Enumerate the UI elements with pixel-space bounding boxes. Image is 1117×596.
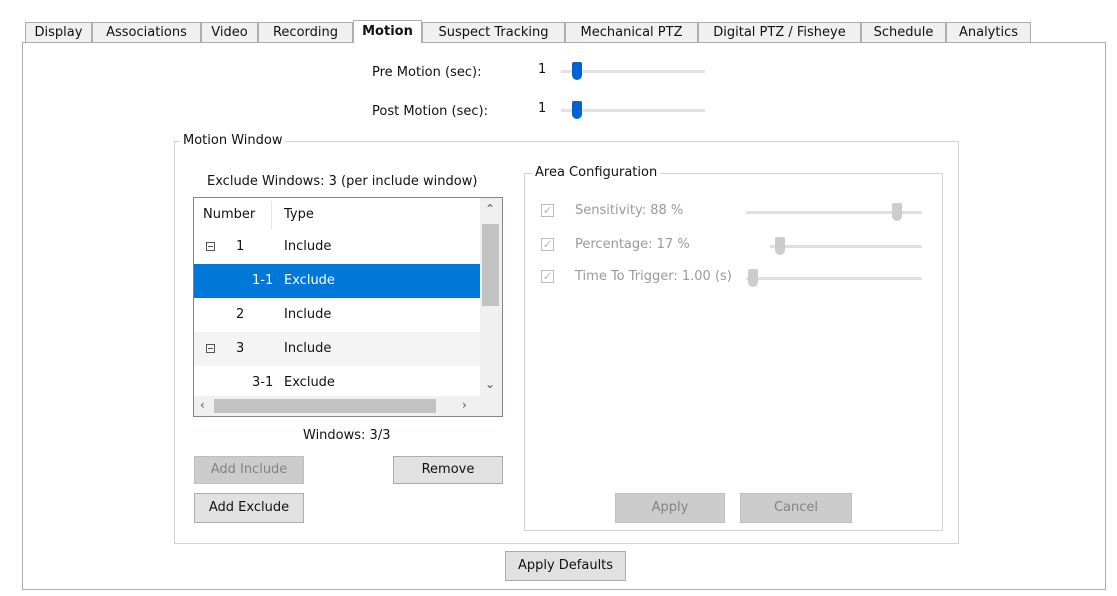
sensitivity-slider[interactable] — [746, 203, 924, 223]
post-motion-slider[interactable] — [561, 101, 707, 121]
tab-schedule[interactable]: Schedule — [861, 22, 946, 42]
add-include-button[interactable]: Add Include — [194, 456, 304, 484]
cancel-button[interactable]: Cancel — [740, 493, 852, 523]
sensitivity-slider-thumb[interactable] — [892, 203, 902, 221]
pre-motion-label: Pre Motion (sec): — [372, 65, 482, 80]
horizontal-scroll-thumb[interactable] — [214, 399, 436, 413]
tree-row-2[interactable]: 2 Include — [194, 298, 480, 332]
area-configuration-group — [524, 173, 943, 531]
scroll-left-icon[interactable]: ‹ — [200, 399, 205, 411]
scroll-corner — [480, 396, 502, 416]
row-number: 1-1 — [252, 273, 274, 288]
column-type-header[interactable]: Type — [284, 207, 314, 222]
sensitivity-checkbox[interactable]: ✓ — [541, 204, 554, 217]
tab-associations[interactable]: Associations — [92, 22, 201, 42]
scroll-up-icon[interactable]: ⌃ — [485, 203, 495, 215]
tab-recording[interactable]: Recording — [258, 22, 353, 42]
tree-row-3-1[interactable]: 3-1 Exclude — [194, 366, 480, 400]
tree-row-1-1[interactable]: 1-1 Exclude — [194, 264, 480, 298]
tab-motion[interactable]: Motion — [353, 20, 422, 43]
tab-analytics[interactable]: Analytics — [946, 22, 1031, 42]
motion-window-title: Motion Window — [180, 133, 286, 148]
vertical-scroll-thumb[interactable] — [482, 224, 499, 306]
pre-motion-value: 1 — [538, 62, 547, 77]
tree-header: Number Type — [194, 198, 480, 232]
percentage-label: Percentage: 17 % — [575, 237, 690, 252]
collapse-icon[interactable] — [206, 344, 215, 353]
exclude-windows-text: Exclude Windows: 3 (per include window) — [207, 174, 478, 189]
row-type: Exclude — [284, 375, 335, 390]
percentage-slider[interactable] — [770, 237, 924, 257]
scroll-down-icon[interactable]: ⌄ — [485, 378, 495, 390]
add-exclude-button[interactable]: Add Exclude — [194, 493, 304, 523]
row-type: Exclude — [284, 273, 335, 288]
tab-video[interactable]: Video — [201, 22, 258, 42]
row-number: 3-1 — [252, 375, 274, 390]
area-configuration-title: Area Configuration — [532, 165, 661, 180]
vertical-scrollbar[interactable]: ⌃ ⌄ — [480, 198, 502, 398]
apply-button[interactable]: Apply — [615, 493, 725, 523]
pre-motion-slider[interactable] — [561, 62, 707, 82]
scroll-right-icon[interactable]: › — [462, 399, 467, 411]
percentage-slider-thumb[interactable] — [775, 237, 785, 255]
row-type: Include — [284, 239, 332, 254]
time-to-trigger-slider[interactable] — [746, 269, 924, 289]
tab-mechanical-ptz[interactable]: Mechanical PTZ — [565, 22, 698, 42]
tab-strip: Display Associations Video Recording Mot… — [25, 20, 1110, 43]
row-type: Include — [284, 307, 332, 322]
tree-row-1[interactable]: 1 Include — [194, 230, 480, 264]
windows-count: Windows: 3/3 — [303, 428, 391, 443]
post-motion-slider-thumb[interactable] — [572, 101, 582, 119]
row-number: 2 — [236, 307, 245, 322]
sensitivity-label: Sensitivity: 88 % — [575, 203, 684, 218]
percentage-checkbox[interactable]: ✓ — [541, 238, 554, 251]
collapse-icon[interactable] — [206, 242, 215, 251]
post-motion-label: Post Motion (sec): — [372, 104, 488, 119]
post-motion-value: 1 — [538, 101, 547, 116]
horizontal-scrollbar[interactable]: ‹ › — [194, 396, 480, 416]
row-number: 1 — [236, 239, 245, 254]
tab-suspect-tracking[interactable]: Suspect Tracking — [422, 22, 565, 42]
tab-display[interactable]: Display — [25, 22, 92, 42]
time-to-trigger-slider-thumb[interactable] — [748, 269, 758, 287]
time-to-trigger-checkbox[interactable]: ✓ — [541, 270, 554, 283]
column-number-header[interactable]: Number — [203, 207, 255, 222]
tree-row-3[interactable]: 3 Include — [194, 332, 480, 366]
row-type: Include — [284, 341, 332, 356]
pre-motion-slider-thumb[interactable] — [572, 62, 582, 80]
tab-digital-ptz-fisheye[interactable]: Digital PTZ / Fisheye — [698, 22, 861, 42]
row-number: 3 — [236, 341, 245, 356]
apply-defaults-button[interactable]: Apply Defaults — [505, 551, 626, 581]
time-to-trigger-label: Time To Trigger: 1.00 (s) — [575, 269, 732, 284]
motion-windows-tree[interactable]: Number Type 1 Include 1-1 Exclude 2 Incl… — [193, 197, 503, 417]
remove-button[interactable]: Remove — [393, 456, 503, 484]
